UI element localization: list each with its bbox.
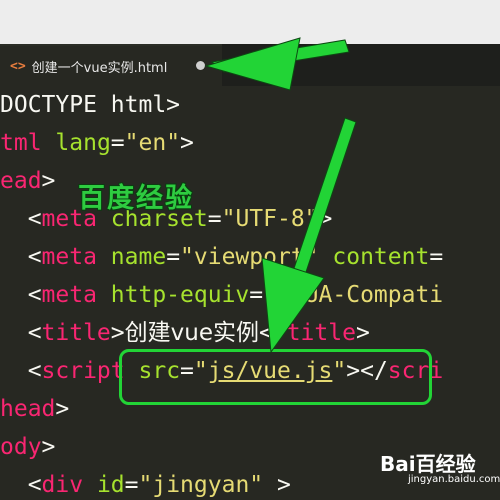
modified-dot-icon[interactable] (196, 61, 205, 70)
code-token: "en" (124, 130, 181, 156)
code-token: < (0, 206, 42, 232)
code-token: div (41, 472, 84, 498)
annotation-highlight-box (119, 349, 432, 405)
tab-filename: 创建一个vue实例.html (31, 60, 168, 76)
code-line[interactable]: <meta http-equiv="X-UA-Compati (0, 276, 443, 314)
code-token: "jingyan" (138, 472, 264, 498)
baidu-jingyan-logo: Bai百经验 jingyan.baidu.com (380, 448, 500, 500)
code-token: "viewport" (180, 244, 319, 270)
code-token: name (110, 244, 167, 270)
code-editor[interactable]: DOCTYPE html> tml lang="en"> ead> <meta ch… (0, 86, 500, 500)
code-token: ead (0, 168, 42, 194)
code-token: > (263, 472, 291, 498)
code-token: "X-UA-Compati (263, 282, 444, 308)
code-token: > (318, 206, 333, 232)
code-token: id (96, 472, 125, 498)
code-token: > (110, 320, 125, 346)
logo-url: jingyan.baidu.com (408, 474, 500, 485)
code-token: ody (0, 434, 42, 460)
code-token: < (0, 358, 42, 384)
code-token: </ (259, 320, 287, 346)
code-token: title (41, 320, 111, 346)
watermark-text: 百度经验 (78, 183, 194, 214)
code-token: 创建vue实例 (124, 320, 259, 346)
code-line[interactable]: DOCTYPE html> (0, 86, 180, 124)
code-token: script (41, 358, 125, 384)
editor-tab-strip: <> 创建一个vue实例.html (0, 44, 500, 86)
code-token: > (41, 434, 56, 460)
code-token: < (0, 320, 42, 346)
code-line[interactable]: <div id="jingyan" > (0, 466, 291, 500)
code-token: < (0, 472, 42, 498)
code-token: head (0, 396, 56, 422)
code-token: < (0, 244, 42, 270)
code-token: meta (41, 282, 97, 308)
file-tab[interactable]: <> 创建一个vue实例.html (0, 44, 222, 86)
code-token: meta (41, 244, 97, 270)
code-token: lang (55, 130, 111, 156)
code-line[interactable]: <title>创建vue实例</title> (0, 314, 370, 352)
code-line[interactable]: tml lang="en"> (0, 124, 194, 162)
code-line[interactable]: head> (0, 390, 69, 428)
code-token: > (180, 130, 194, 156)
code-token: = (124, 472, 139, 498)
code-token: = (110, 130, 125, 156)
browser-top-bar (0, 0, 500, 44)
code-token: = (207, 206, 222, 232)
code-token: title (286, 320, 356, 346)
code-line[interactable]: ead> (0, 162, 55, 200)
code-token: < (0, 282, 42, 308)
code-token: DOCTYPE html> (0, 92, 181, 118)
code-token: = (249, 282, 264, 308)
code-token: = (429, 244, 444, 270)
code-token: "UTF-8" (221, 206, 319, 232)
code-token: > (55, 396, 70, 422)
code-token: http-equiv (110, 282, 250, 308)
code-token: > (41, 168, 56, 194)
code-token: > (355, 320, 370, 346)
code-token: = (166, 244, 181, 270)
code-line[interactable]: ody> (0, 428, 55, 466)
logo-text: Bai百经验 (380, 452, 476, 476)
code-file-icon: <> (10, 58, 26, 74)
code-line[interactable]: <meta name="viewport" content= (0, 238, 444, 276)
code-token: tml (0, 130, 42, 156)
code-token: content (332, 244, 430, 270)
